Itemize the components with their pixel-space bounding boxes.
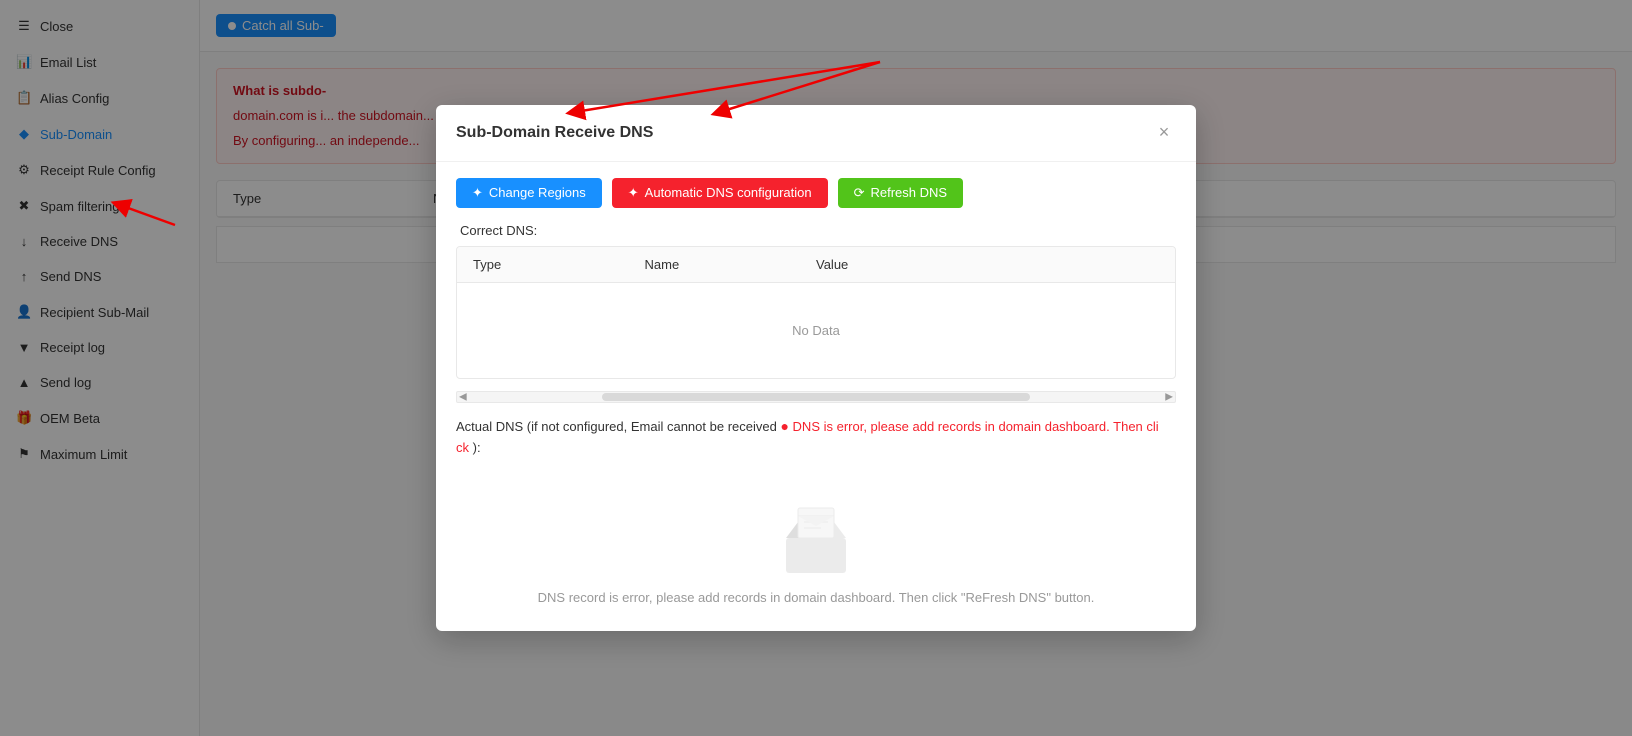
correct-dns-label: Correct DNS: bbox=[460, 223, 537, 238]
dns-col-type: Type bbox=[473, 257, 645, 272]
correct-dns-section: Correct DNS: bbox=[456, 222, 1176, 238]
change-regions-icon: ✦ bbox=[472, 185, 483, 201]
error-indicator: ● bbox=[780, 418, 788, 434]
scroll-right-arrow[interactable]: ▶ bbox=[1165, 391, 1173, 402]
modal: Sub-Domain Receive DNS × ✦ Change Region… bbox=[436, 105, 1196, 632]
empty-state: DNS record is error, please add records … bbox=[456, 468, 1176, 615]
scrollbar-track[interactable]: ◀ ▶ bbox=[456, 391, 1176, 403]
actual-dns-suffix: ): bbox=[473, 440, 481, 455]
refresh-dns-button[interactable]: ⟳ Refresh DNS bbox=[838, 178, 963, 208]
dns-table: Type Name Value No Data bbox=[456, 246, 1176, 379]
empty-state-icon bbox=[766, 488, 866, 578]
modal-title: Sub-Domain Receive DNS bbox=[456, 124, 653, 142]
dns-col-value: Value bbox=[816, 257, 1159, 272]
auto-dns-button[interactable]: ✦ Automatic DNS configuration bbox=[612, 178, 828, 208]
change-regions-button[interactable]: ✦ Change Regions bbox=[456, 178, 602, 208]
empty-state-text: DNS record is error, please add records … bbox=[538, 590, 1095, 605]
auto-dns-icon: ✦ bbox=[628, 185, 639, 201]
scroll-left-arrow[interactable]: ◀ bbox=[459, 391, 467, 402]
scrollbar-thumb[interactable] bbox=[602, 393, 1030, 401]
dns-col-name: Name bbox=[645, 257, 817, 272]
modal-close-button[interactable]: × bbox=[1152, 121, 1176, 145]
modal-header: Sub-Domain Receive DNS × bbox=[436, 105, 1196, 162]
dns-no-data: No Data bbox=[457, 283, 1175, 378]
button-row: ✦ Change Regions ✦ Automatic DNS configu… bbox=[456, 178, 1176, 208]
modal-overlay[interactable]: Sub-Domain Receive DNS × ✦ Change Region… bbox=[0, 0, 1632, 736]
refresh-dns-icon: ⟳ bbox=[854, 185, 865, 201]
modal-body: ✦ Change Regions ✦ Automatic DNS configu… bbox=[436, 162, 1196, 632]
dns-table-header: Type Name Value bbox=[457, 247, 1175, 283]
actual-dns-prefix: Actual DNS (if not configured, Email can… bbox=[456, 419, 780, 434]
actual-dns-section: Actual DNS (if not configured, Email can… bbox=[456, 415, 1176, 459]
